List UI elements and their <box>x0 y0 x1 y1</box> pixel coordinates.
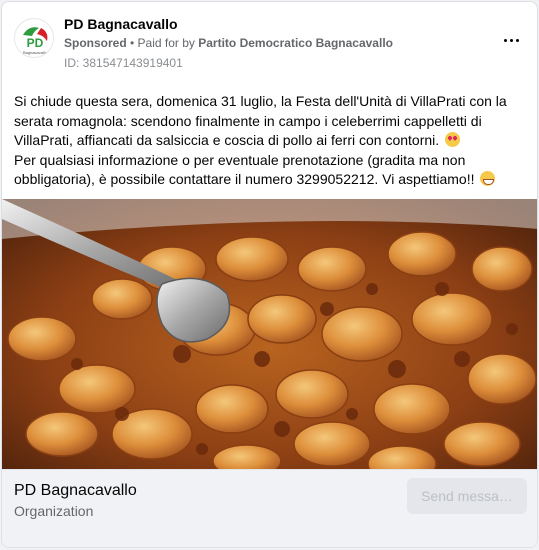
ad-footer: PD Bagnacavallo Organization Send messa… <box>2 469 537 547</box>
footer-category: Organization <box>14 503 94 519</box>
ad-card: PD Bagnacavallo PD Bagnacavallo Sponsore… <box>1 1 538 548</box>
avatar-logo-caption: Bagnacavallo <box>23 50 48 55</box>
post-text-1: Si chiude questa sera, domenica 31 lugli… <box>14 93 507 148</box>
paid-for-by[interactable]: Partito Democratico Bagnacavallo <box>198 36 393 50</box>
ad-id: ID: 381547143919401 <box>64 56 183 70</box>
sponsored-line: Sponsored • Paid for by Partito Democrat… <box>64 36 393 50</box>
post-paragraph: Per qualsiasi informazione o per eventua… <box>14 151 529 190</box>
post-body: Si chiude questa sera, domenica 31 lugli… <box>14 92 529 190</box>
grinning-emoji-icon <box>480 171 496 186</box>
post-paragraph: Si chiude questa sera, domenica 31 lugli… <box>14 92 529 151</box>
footer-page-name[interactable]: PD Bagnacavallo <box>14 482 137 500</box>
cappelletti-image <box>2 199 537 469</box>
send-message-button[interactable]: Send messa… <box>407 478 527 514</box>
avatar-logo-text: PD <box>27 36 44 50</box>
page-name[interactable]: PD Bagnacavallo <box>64 16 178 32</box>
pd-logo-icon: PD Bagnacavallo <box>15 19 53 57</box>
heart-eyes-emoji-icon <box>445 132 461 147</box>
separator: • <box>126 36 138 50</box>
post-header: PD Bagnacavallo PD Bagnacavallo Sponsore… <box>2 2 537 82</box>
paid-for-prefix: Paid for by <box>137 36 199 50</box>
post-text-2: Per qualsiasi informazione o per eventua… <box>14 151 475 188</box>
sponsored-label: Sponsored <box>64 36 127 50</box>
post-image[interactable] <box>2 199 537 469</box>
more-options-icon[interactable] <box>499 30 523 50</box>
avatar[interactable]: PD Bagnacavallo <box>14 18 54 58</box>
